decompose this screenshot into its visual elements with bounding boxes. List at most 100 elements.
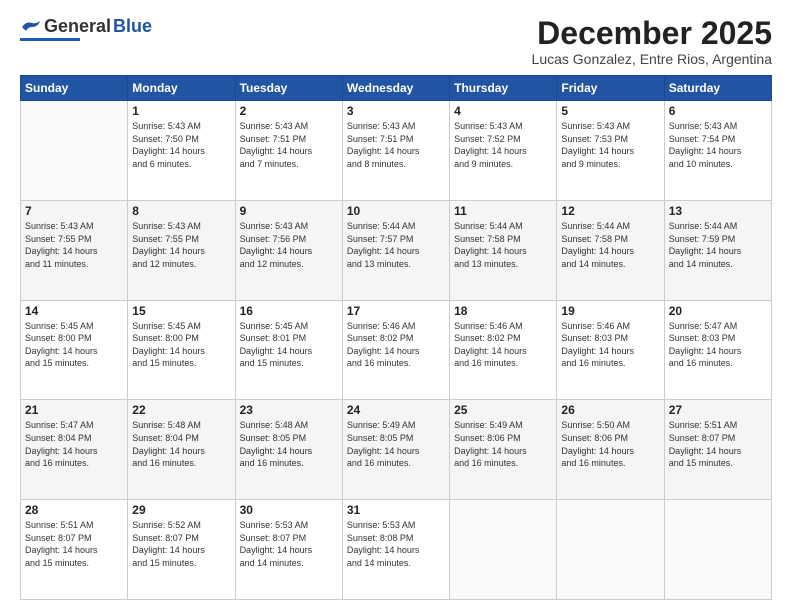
day-info: Sunrise: 5:43 AM Sunset: 7:56 PM Dayligh… bbox=[240, 220, 338, 270]
day-info: Sunrise: 5:46 AM Sunset: 8:02 PM Dayligh… bbox=[347, 320, 445, 370]
table-row: 23 Sunrise: 5:48 AM Sunset: 8:05 PM Dayli… bbox=[235, 400, 342, 500]
day-info: Sunrise: 5:44 AM Sunset: 7:58 PM Dayligh… bbox=[561, 220, 659, 270]
day-info: Sunrise: 5:46 AM Sunset: 8:03 PM Dayligh… bbox=[561, 320, 659, 370]
logo: GeneralBlue bbox=[20, 16, 152, 41]
table-row: 19 Sunrise: 5:46 AM Sunset: 8:03 PM Dayli… bbox=[557, 300, 664, 400]
table-row: 3 Sunrise: 5:43 AM Sunset: 7:51 PM Daylig… bbox=[342, 101, 449, 201]
day-number: 17 bbox=[347, 304, 445, 318]
day-info: Sunrise: 5:44 AM Sunset: 7:58 PM Dayligh… bbox=[454, 220, 552, 270]
table-row bbox=[557, 500, 664, 600]
day-number: 3 bbox=[347, 104, 445, 118]
table-row: 4Sunrise: 5:43 AM Sunset: 7:52 PM Daylig… bbox=[450, 101, 557, 201]
day-info: Sunrise: 5:45 AM Sunset: 8:00 PM Dayligh… bbox=[25, 320, 123, 370]
day-info: Sunrise: 5:43 AM Sunset: 7:53 PM Dayligh… bbox=[561, 120, 659, 170]
page: GeneralBlue December 2025 Lucas Gonzalez… bbox=[0, 0, 792, 612]
table-row: 1 Sunrise: 5:43 AM Sunset: 7:50 PM Daylig… bbox=[128, 101, 235, 201]
table-row: 28 Sunrise: 5:51 AM Sunset: 8:07 PM Dayli… bbox=[21, 500, 128, 600]
table-row: 2Sunrise: 5:43 AM Sunset: 7:51 PM Daylig… bbox=[235, 101, 342, 201]
day-number: 15 bbox=[132, 304, 230, 318]
day-number: 10 bbox=[347, 204, 445, 218]
table-row bbox=[450, 500, 557, 600]
header-saturday: Saturday bbox=[664, 76, 771, 101]
day-info: Sunrise: 5:49 AM Sunset: 8:05 PM Dayligh… bbox=[347, 419, 445, 469]
header-wednesday: Wednesday bbox=[342, 76, 449, 101]
table-row: 14 Sunrise: 5:45 AM Sunset: 8:00 PM Dayli… bbox=[21, 300, 128, 400]
day-info: Sunrise: 5:43 AM Sunset: 7:51 PM Dayligh… bbox=[240, 120, 338, 170]
day-number: 16 bbox=[240, 304, 338, 318]
table-row: 29Sunrise: 5:52 AM Sunset: 8:07 PM Dayli… bbox=[128, 500, 235, 600]
table-row: 6 Sunrise: 5:43 AM Sunset: 7:54 PM Daylig… bbox=[664, 101, 771, 201]
logo-general: General bbox=[44, 16, 111, 37]
calendar-table: Sunday Monday Tuesday Wednesday Thursday… bbox=[20, 75, 772, 600]
table-row: 30 Sunrise: 5:53 AM Sunset: 8:07 PM Dayli… bbox=[235, 500, 342, 600]
day-number: 13 bbox=[669, 204, 767, 218]
calendar-week-row: 21Sunrise: 5:47 AM Sunset: 8:04 PM Dayli… bbox=[21, 400, 772, 500]
day-info: Sunrise: 5:44 AM Sunset: 7:57 PM Dayligh… bbox=[347, 220, 445, 270]
day-number: 29 bbox=[132, 503, 230, 517]
table-row bbox=[21, 101, 128, 201]
calendar-week-row: 28 Sunrise: 5:51 AM Sunset: 8:07 PM Dayli… bbox=[21, 500, 772, 600]
day-number: 31 bbox=[347, 503, 445, 517]
day-info: Sunrise: 5:43 AM Sunset: 7:52 PM Dayligh… bbox=[454, 120, 552, 170]
header-friday: Friday bbox=[557, 76, 664, 101]
bird-icon bbox=[20, 19, 42, 35]
day-number: 21 bbox=[25, 403, 123, 417]
table-row: 25Sunrise: 5:49 AM Sunset: 8:06 PM Dayli… bbox=[450, 400, 557, 500]
table-row: 24 Sunrise: 5:49 AM Sunset: 8:05 PM Dayli… bbox=[342, 400, 449, 500]
day-number: 25 bbox=[454, 403, 552, 417]
day-info: Sunrise: 5:45 AM Sunset: 8:00 PM Dayligh… bbox=[132, 320, 230, 370]
day-number: 24 bbox=[347, 403, 445, 417]
day-info: Sunrise: 5:48 AM Sunset: 8:05 PM Dayligh… bbox=[240, 419, 338, 469]
day-number: 18 bbox=[454, 304, 552, 318]
table-row: 10 Sunrise: 5:44 AM Sunset: 7:57 PM Dayli… bbox=[342, 200, 449, 300]
day-number: 9 bbox=[240, 204, 338, 218]
calendar-week-row: 7Sunrise: 5:43 AM Sunset: 7:55 PM Daylig… bbox=[21, 200, 772, 300]
day-number: 27 bbox=[669, 403, 767, 417]
weekday-header-row: Sunday Monday Tuesday Wednesday Thursday… bbox=[21, 76, 772, 101]
calendar-week-row: 14 Sunrise: 5:45 AM Sunset: 8:00 PM Dayli… bbox=[21, 300, 772, 400]
day-info: Sunrise: 5:43 AM Sunset: 7:54 PM Dayligh… bbox=[669, 120, 767, 170]
day-number: 12 bbox=[561, 204, 659, 218]
table-row: 20 Sunrise: 5:47 AM Sunset: 8:03 PM Dayli… bbox=[664, 300, 771, 400]
day-number: 5 bbox=[561, 104, 659, 118]
day-number: 1 bbox=[132, 104, 230, 118]
day-number: 19 bbox=[561, 304, 659, 318]
table-row: 22Sunrise: 5:48 AM Sunset: 8:04 PM Dayli… bbox=[128, 400, 235, 500]
header-thursday: Thursday bbox=[450, 76, 557, 101]
table-row: 12 Sunrise: 5:44 AM Sunset: 7:58 PM Dayli… bbox=[557, 200, 664, 300]
table-row: 27 Sunrise: 5:51 AM Sunset: 8:07 PM Dayli… bbox=[664, 400, 771, 500]
day-info: Sunrise: 5:45 AM Sunset: 8:01 PM Dayligh… bbox=[240, 320, 338, 370]
table-row: 16 Sunrise: 5:45 AM Sunset: 8:01 PM Dayli… bbox=[235, 300, 342, 400]
table-row: 26 Sunrise: 5:50 AM Sunset: 8:06 PM Dayli… bbox=[557, 400, 664, 500]
day-number: 30 bbox=[240, 503, 338, 517]
table-row: 21Sunrise: 5:47 AM Sunset: 8:04 PM Dayli… bbox=[21, 400, 128, 500]
day-info: Sunrise: 5:51 AM Sunset: 8:07 PM Dayligh… bbox=[25, 519, 123, 569]
day-info: Sunrise: 5:51 AM Sunset: 8:07 PM Dayligh… bbox=[669, 419, 767, 469]
logo-blue: Blue bbox=[113, 16, 152, 37]
day-number: 14 bbox=[25, 304, 123, 318]
title-block: December 2025 Lucas Gonzalez, Entre Rios… bbox=[532, 16, 772, 67]
table-row: 7Sunrise: 5:43 AM Sunset: 7:55 PM Daylig… bbox=[21, 200, 128, 300]
day-info: Sunrise: 5:50 AM Sunset: 8:06 PM Dayligh… bbox=[561, 419, 659, 469]
table-row: 11 Sunrise: 5:44 AM Sunset: 7:58 PM Dayli… bbox=[450, 200, 557, 300]
table-row: 13Sunrise: 5:44 AM Sunset: 7:59 PM Dayli… bbox=[664, 200, 771, 300]
day-number: 23 bbox=[240, 403, 338, 417]
day-info: Sunrise: 5:43 AM Sunset: 7:50 PM Dayligh… bbox=[132, 120, 230, 170]
day-info: Sunrise: 5:43 AM Sunset: 7:55 PM Dayligh… bbox=[25, 220, 123, 270]
table-row: 9 Sunrise: 5:43 AM Sunset: 7:56 PM Daylig… bbox=[235, 200, 342, 300]
day-number: 26 bbox=[561, 403, 659, 417]
table-row bbox=[664, 500, 771, 600]
day-number: 28 bbox=[25, 503, 123, 517]
table-row: 31Sunrise: 5:53 AM Sunset: 8:08 PM Dayli… bbox=[342, 500, 449, 600]
table-row: 17 Sunrise: 5:46 AM Sunset: 8:02 PM Dayli… bbox=[342, 300, 449, 400]
day-number: 6 bbox=[669, 104, 767, 118]
day-info: Sunrise: 5:43 AM Sunset: 7:51 PM Dayligh… bbox=[347, 120, 445, 170]
day-number: 20 bbox=[669, 304, 767, 318]
day-number: 11 bbox=[454, 204, 552, 218]
day-info: Sunrise: 5:53 AM Sunset: 8:07 PM Dayligh… bbox=[240, 519, 338, 569]
day-info: Sunrise: 5:47 AM Sunset: 8:03 PM Dayligh… bbox=[669, 320, 767, 370]
calendar-week-row: 1 Sunrise: 5:43 AM Sunset: 7:50 PM Daylig… bbox=[21, 101, 772, 201]
table-row: 8Sunrise: 5:43 AM Sunset: 7:55 PM Daylig… bbox=[128, 200, 235, 300]
day-info: Sunrise: 5:43 AM Sunset: 7:55 PM Dayligh… bbox=[132, 220, 230, 270]
header-sunday: Sunday bbox=[21, 76, 128, 101]
